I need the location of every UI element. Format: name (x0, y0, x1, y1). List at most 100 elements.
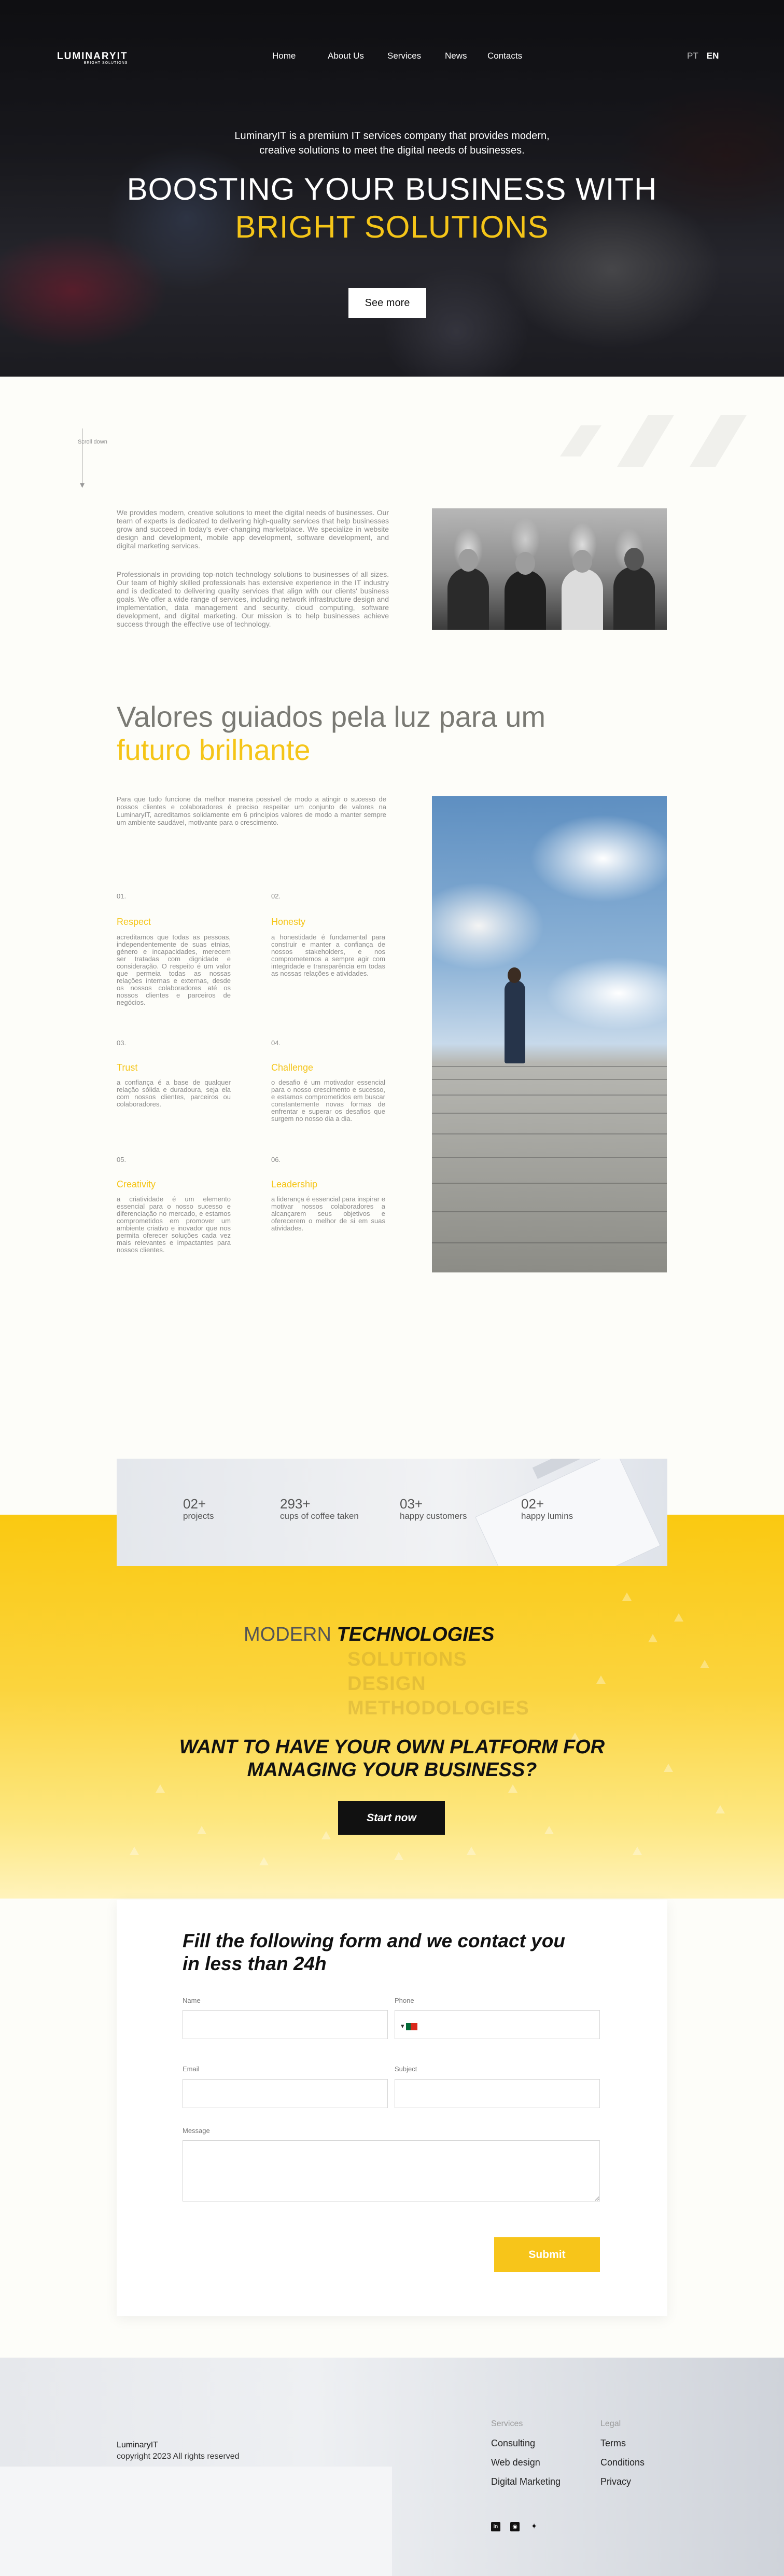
logo-text: LUMINARYIT (57, 51, 128, 62)
footer-panel (0, 2467, 392, 2576)
lang-pt[interactable]: PT (687, 51, 698, 61)
instagram-icon[interactable]: ◉ (510, 2522, 520, 2531)
message-label: Message (183, 2127, 210, 2135)
see-more-button[interactable]: See more (348, 288, 426, 318)
tech-highlight: TECHNOLOGIES (337, 1624, 495, 1645)
footer-link-web-design[interactable]: Web design (491, 2457, 540, 2468)
footer-copyright: copyright 2023 All rights reserved (117, 2452, 240, 2461)
phone-field[interactable] (395, 2010, 600, 2039)
nav-home[interactable]: Home (272, 51, 296, 61)
stat-label: cups of coffee taken (280, 1511, 359, 1521)
tech-prefix: MODERN (244, 1624, 331, 1645)
subject-label: Subject (395, 2065, 417, 2073)
hero-subtitle-line1: LuminaryIT is a premium IT services comp… (234, 130, 550, 142)
scroll-down-label[interactable]: Scroll down (78, 439, 107, 445)
language-switcher: PT EN (687, 51, 719, 61)
logo[interactable]: LUMINARYIT BRIGHT SOLUTIONS (57, 51, 128, 65)
values-title-highlight: futuro brilhante (117, 733, 311, 766)
form-title-line1: Fill the following form and we contact y… (183, 1930, 565, 1951)
value-title: Honesty (271, 917, 306, 927)
footer-legal-heading: Legal (600, 2419, 621, 2428)
hero-title-highlight: BRIGHT SOLUTIONS (235, 210, 549, 244)
footer-services-heading: Services (491, 2419, 523, 2428)
arrow-down-icon: ▼ (80, 481, 85, 489)
email-label: Email (183, 2065, 200, 2073)
values-title: Valores guiados pela luz para um (117, 700, 546, 733)
stat-number: 293+ (280, 1496, 311, 1512)
value-description: acreditamos que todas as pessoas, indepe… (117, 933, 231, 1006)
email-field[interactable] (183, 2079, 388, 2108)
twitter-icon[interactable]: ✦ (529, 2522, 539, 2531)
start-now-button[interactable]: Start now (338, 1801, 445, 1835)
portugal-flag-icon (405, 2023, 417, 2030)
name-field[interactable] (183, 2010, 388, 2039)
nav-services[interactable]: Services (387, 51, 421, 61)
chevron-down-icon: ▾ (401, 2023, 404, 2030)
value-description: a liderança é essencial para inspirar e … (271, 1195, 385, 1232)
cta-title: WANT TO HAVE YOUR OWN PLATFORM FOR MANAGI… (0, 1736, 784, 1781)
stat-label: happy lumins (521, 1511, 573, 1521)
subject-field[interactable] (395, 2079, 600, 2108)
stat-number: 03+ (400, 1496, 423, 1512)
value-number: 04. (271, 1039, 281, 1047)
footer (0, 2358, 784, 2576)
value-description: a honestidade é fundamental para constru… (271, 933, 385, 977)
phone-label: Phone (395, 1997, 414, 2004)
logo-tagline: BRIGHT SOLUTIONS (83, 61, 128, 65)
stat-lumins: 02+ happy lumins (521, 1496, 573, 1521)
cta-title-line1: WANT TO HAVE YOUR OWN PLATFORM FOR (179, 1736, 605, 1758)
value-number: 01. (117, 892, 127, 900)
message-field[interactable] (183, 2140, 600, 2201)
linkedin-icon[interactable]: in (491, 2522, 500, 2531)
tech-item: DESIGN (347, 1673, 426, 1695)
cta-title-line2: MANAGING YOUR BUSINESS? (247, 1759, 537, 1781)
stat-label: happy customers (400, 1511, 467, 1521)
value-title: Leadership (271, 1179, 318, 1189)
nav-about-us[interactable]: About Us (328, 51, 364, 61)
form-title: Fill the following form and we contact y… (183, 1930, 618, 1975)
value-number: 03. (117, 1039, 127, 1047)
stat-number: 02+ (521, 1496, 544, 1512)
nav-contacts[interactable]: Contacts (487, 51, 522, 61)
nav-news[interactable]: News (445, 51, 467, 61)
stat-customers: 03+ happy customers (400, 1496, 467, 1521)
tech-item: SOLUTIONS (347, 1649, 467, 1670)
stairs-photo (432, 796, 667, 1272)
value-number: 06. (271, 1156, 281, 1164)
form-title-line2: in less than 24h (183, 1953, 327, 1974)
stat-coffee: 293+ cups of coffee taken (280, 1496, 359, 1521)
value-description: a criatividade é um elemento essencial p… (117, 1195, 231, 1254)
hero-subtitle: LuminaryIT is a premium IT services comp… (0, 129, 784, 158)
tech-heading: MODERN TECHNOLOGIES (244, 1624, 494, 1646)
footer-link-conditions[interactable]: Conditions (600, 2457, 645, 2468)
value-title: Respect (117, 917, 151, 927)
value-title: Challenge (271, 1062, 314, 1073)
values-intro: Para que tudo funcione da melhor maneira… (117, 795, 386, 826)
intro-paragraph-2: Professionals in providing top-notch tec… (117, 570, 389, 628)
value-description: o desafio é um motivador essencial para … (271, 1078, 385, 1123)
value-title: Creativity (117, 1179, 156, 1189)
footer-link-terms[interactable]: Terms (600, 2438, 626, 2449)
hero-title: BOOSTING YOUR BUSINESS WITH (127, 172, 657, 206)
stat-label: projects (183, 1511, 214, 1521)
footer-brand: LuminaryIT (117, 2441, 159, 2449)
team-photo (432, 508, 667, 630)
country-selector[interactable]: ▾ (401, 2023, 417, 2030)
hero-subtitle-line2: creative solutions to meet the digital n… (259, 145, 525, 156)
lang-en[interactable]: EN (707, 51, 719, 61)
footer-link-privacy[interactable]: Privacy (600, 2476, 631, 2487)
footer-link-digital-marketing[interactable]: Digital Marketing (491, 2476, 561, 2487)
stat-projects: 02+ projects (183, 1496, 214, 1521)
name-label: Name (183, 1997, 201, 2004)
value-number: 05. (117, 1156, 127, 1164)
tech-item: METHODOLOGIES (347, 1697, 529, 1719)
value-title: Trust (117, 1062, 138, 1073)
intro-paragraph-1: We provides modern, creative solutions t… (117, 508, 389, 550)
value-description: a confiança é a base de qualquer relação… (117, 1078, 231, 1108)
hero-section: LUMINARYIT BRIGHT SOLUTIONS Home About Us… (0, 0, 784, 377)
submit-button[interactable]: Submit (494, 2237, 600, 2272)
stat-number: 02+ (183, 1496, 206, 1512)
footer-link-consulting[interactable]: Consulting (491, 2438, 535, 2449)
value-number: 02. (271, 892, 281, 900)
decorative-stripes (560, 415, 747, 467)
